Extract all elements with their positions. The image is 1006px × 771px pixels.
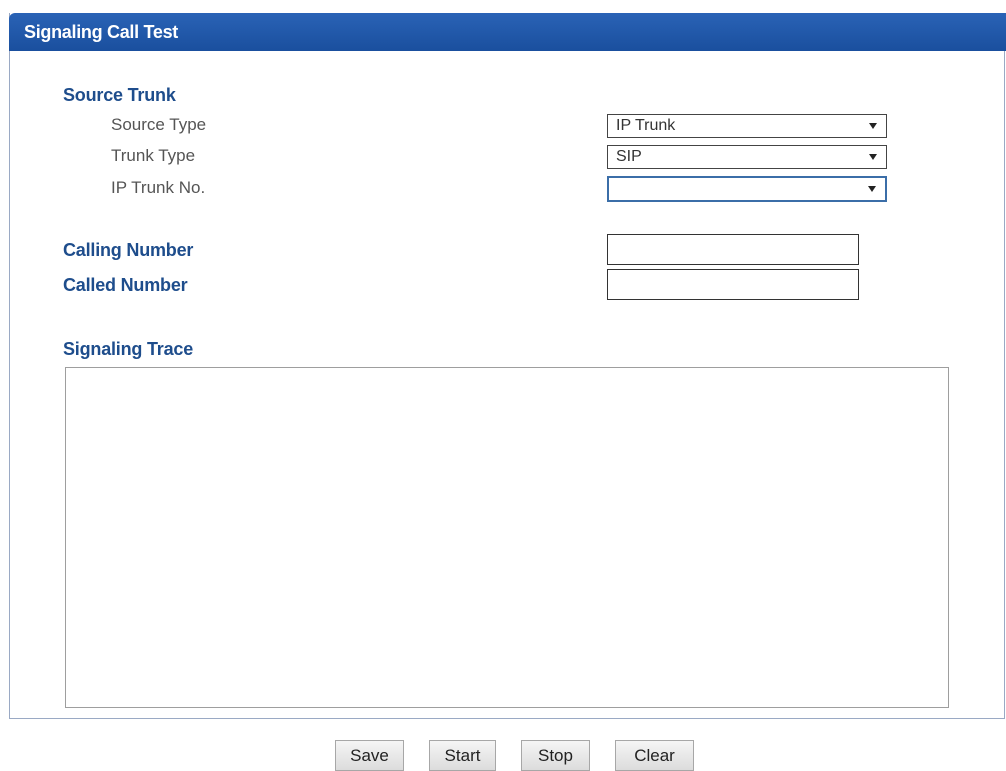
panel-header: Signaling Call Test [9, 13, 1006, 51]
panel-title: Signaling Call Test [24, 22, 178, 42]
source-type-label: Source Type [111, 115, 207, 134]
ip-trunk-no-select[interactable] [607, 176, 887, 202]
called-number-input[interactable] [607, 269, 859, 300]
start-button[interactable]: Start [429, 740, 496, 771]
signaling-trace-label: Signaling Trace [63, 339, 194, 359]
source-trunk-heading: Source Trunk [63, 85, 176, 105]
save-button[interactable]: Save [335, 740, 404, 771]
calling-number-label: Calling Number [63, 240, 194, 260]
trunk-type-value: SIP [616, 148, 642, 165]
source-type-value: IP Trunk [616, 117, 676, 134]
called-number-label: Called Number [63, 275, 188, 295]
trunk-type-label: Trunk Type [111, 146, 196, 165]
signaling-trace-textarea[interactable] [65, 367, 949, 708]
trunk-type-select[interactable]: SIP [607, 145, 887, 169]
chevron-down-icon [868, 186, 876, 192]
ip-trunk-no-label: IP Trunk No. [111, 178, 206, 197]
clear-button[interactable]: Clear [615, 740, 694, 771]
stop-button[interactable]: Stop [521, 740, 590, 771]
calling-number-input[interactable] [607, 234, 859, 265]
chevron-down-icon [869, 154, 877, 160]
chevron-down-icon [869, 123, 877, 129]
source-type-select[interactable]: IP Trunk [607, 114, 887, 138]
